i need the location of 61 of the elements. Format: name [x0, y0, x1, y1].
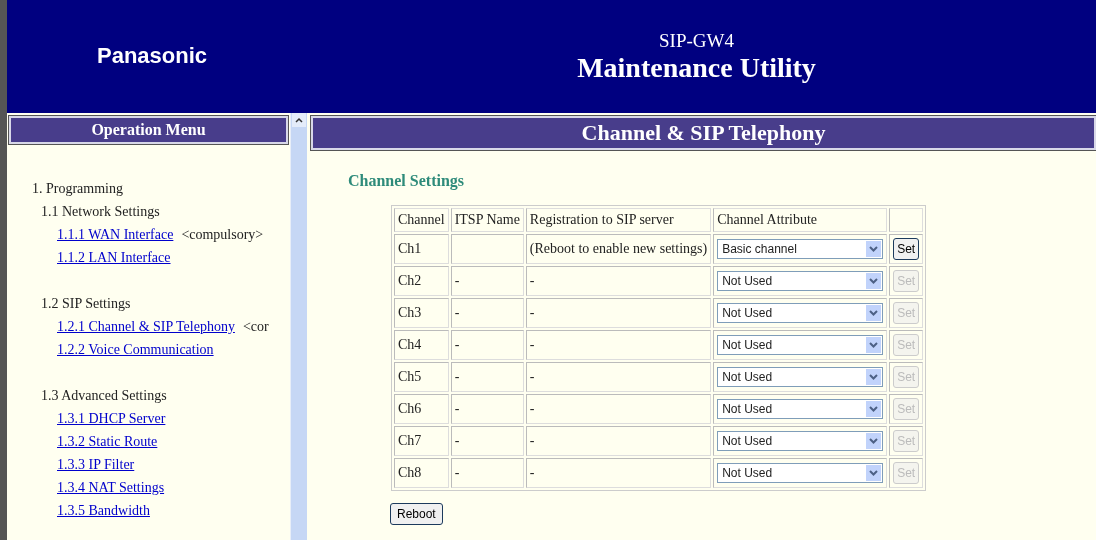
table-cell: -: [450, 426, 524, 456]
set-button[interactable]: Set: [893, 238, 920, 260]
table-cell: -: [525, 458, 712, 488]
table-cell: -: [525, 362, 712, 392]
page-title: Maintenance Utility: [577, 51, 816, 84]
attribute-dropdown[interactable]: Basic channel: [717, 239, 884, 259]
table-cell: -: [450, 298, 524, 328]
reboot-button[interactable]: Reboot: [390, 503, 443, 525]
menu-link[interactable]: 1.1.2 LAN Interface: [57, 250, 171, 265]
dropdown-caret-icon: [866, 305, 882, 321]
dropdown-caret-icon: [866, 273, 882, 289]
table-cell: -: [525, 298, 712, 328]
menu-heading: 1.2 SIP Settings: [41, 296, 131, 311]
menu-link[interactable]: 1.3.4 NAT Settings: [57, 480, 165, 495]
menu-link[interactable]: 1.3.3 IP Filter: [57, 457, 135, 472]
table-cell: Ch6: [394, 394, 449, 424]
product-name: SIP-GW4: [659, 29, 734, 52]
menu-link[interactable]: 1.3.5 Bandwidth: [57, 503, 150, 518]
scroll-up-icon[interactable]: [292, 113, 306, 127]
menu-link[interactable]: 1.1.1 WAN Interface: [57, 227, 174, 242]
table-cell: -: [525, 426, 712, 456]
table-cell: Ch3: [394, 298, 449, 328]
column-header: Channel: [394, 208, 449, 232]
section-title: Channel & SIP Telephony: [311, 116, 1096, 150]
table-cell: -: [450, 266, 524, 296]
table-cell: -: [450, 394, 524, 424]
menu-title: Operation Menu: [9, 116, 288, 144]
menu-heading: 1. Programming: [32, 181, 123, 196]
table-cell: -: [525, 266, 712, 296]
scrollbar[interactable]: [290, 113, 307, 540]
column-header: Channel Attribute: [713, 208, 888, 232]
table-cell: -: [450, 458, 524, 488]
table-cell: Ch4: [394, 330, 449, 360]
dropdown-caret-icon: [866, 465, 882, 481]
menu-heading: 1.1 Network Settings: [41, 204, 160, 219]
table-cell: Ch7: [394, 426, 449, 456]
dropdown-caret-icon: [866, 241, 882, 257]
menu-link[interactable]: 1.2.2 Voice Communication: [57, 342, 214, 357]
dropdown-caret-icon: [866, 337, 882, 353]
table-cell: -: [450, 362, 524, 392]
brand-logo: Panasonic: [95, 42, 208, 69]
table-cell: -: [525, 330, 712, 360]
table-cell: -: [450, 330, 524, 360]
dropdown-caret-icon: [866, 369, 882, 385]
column-header: Registration to SIP server: [525, 208, 712, 232]
section-heading: Channel Settings: [348, 172, 466, 190]
table-cell: Ch8: [394, 458, 449, 488]
menu-link[interactable]: 1.3.1 DHCP Server: [57, 411, 166, 426]
table-cell: Ch5: [394, 362, 449, 392]
menu-link[interactable]: 1.3.2 Static Route: [57, 434, 158, 449]
column-header: ITSP Name: [450, 208, 524, 232]
table-cell: -: [525, 394, 712, 424]
menu-heading: 1.3 Advanced Settings: [41, 388, 167, 403]
menu-note: <compulsory>: [181, 227, 264, 242]
table-cell: (Reboot to enable new settings): [525, 234, 712, 264]
table-cell: Ch2: [394, 266, 449, 296]
menu-link[interactable]: 1.2.1 Channel & SIP Telephony: [57, 319, 235, 334]
table-cell: Ch1: [394, 234, 449, 264]
menu-note: <cor: [242, 319, 269, 334]
dropdown-caret-icon: [866, 433, 882, 449]
dropdown-caret-icon: [866, 401, 882, 417]
